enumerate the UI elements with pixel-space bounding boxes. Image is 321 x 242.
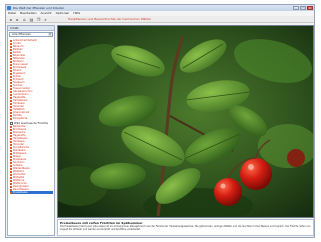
page-icon	[10, 39, 12, 42]
page-icon	[10, 72, 12, 75]
page-icon	[10, 191, 12, 194]
page-icon	[10, 81, 12, 84]
page-icon	[10, 182, 12, 185]
page-icon	[10, 173, 12, 176]
page-icon	[10, 137, 12, 140]
copy-icon[interactable]: ❐	[36, 17, 41, 22]
page-icon	[10, 75, 12, 78]
page-icon	[10, 167, 12, 170]
page-icon	[10, 143, 12, 146]
page-icon	[10, 155, 12, 158]
plant-tree: Ackerschachtelhalm Arnika Bärlauch Baldrian…	[8, 38, 54, 194]
page-icon	[10, 176, 12, 179]
page-icon	[10, 188, 12, 191]
page-icon	[10, 146, 12, 149]
page-icon	[10, 93, 12, 96]
page-icon	[10, 158, 12, 161]
page-icon	[10, 60, 12, 63]
category-dropdown[interactable]: Alle Pflanzen ▾	[9, 32, 53, 37]
tree-item-label: Preiselbeere	[13, 191, 28, 194]
tree-item-label: Königskerze	[13, 117, 28, 120]
forward-arrow-icon[interactable]: ▸	[15, 17, 20, 22]
page-icon	[10, 164, 12, 167]
page-icon	[10, 125, 12, 128]
page-icon	[10, 57, 12, 60]
plant-photo	[57, 25, 314, 218]
page-icon	[10, 108, 12, 111]
page-icon	[10, 63, 12, 66]
page-icon	[10, 51, 12, 54]
page-icon	[10, 102, 12, 105]
page-icon	[10, 179, 12, 182]
page-icon	[10, 131, 12, 134]
back-arrow-icon[interactable]: ◂	[8, 17, 13, 22]
page-icon	[10, 128, 12, 131]
app-icon	[7, 6, 11, 10]
page-icon	[10, 90, 12, 93]
sidebar-title: Inhalt	[8, 26, 54, 31]
page-icon	[10, 69, 12, 72]
toolbar: ◂ ▸ ⌂ ▤ ❐ ⌕ Heilpflanzen und Beerenfrüch…	[6, 16, 314, 23]
home-icon[interactable]: ⌂	[22, 17, 27, 22]
page-icon	[10, 114, 12, 117]
page-icon	[10, 111, 12, 114]
page-icon	[10, 99, 12, 102]
page-icon	[10, 54, 12, 57]
category-dropdown-value: Alle Pflanzen	[12, 32, 32, 36]
chevron-down-icon[interactable]: ▾	[48, 33, 52, 36]
app-window: Die Welt der Pflanzen und Kräuter – □ × …	[5, 4, 315, 238]
page-icon	[10, 84, 12, 87]
page-icon	[10, 161, 12, 164]
page-icon	[10, 134, 12, 137]
page-icon	[10, 117, 12, 120]
page-icon	[10, 105, 12, 108]
page-icon	[10, 87, 12, 90]
page-icon	[10, 48, 12, 51]
tree-item[interactable]: Königskerze	[10, 117, 53, 120]
page-icon	[10, 152, 12, 155]
window-controls: – □ ×	[293, 6, 313, 10]
page-icon	[10, 96, 12, 99]
tree-item[interactable]: Preiselbeere	[10, 191, 53, 194]
scrollbar-thumb[interactable]	[54, 70, 55, 100]
caption-panel: Preiselbeere mit reifen Früchten im Spät…	[57, 219, 314, 236]
page-icon	[10, 45, 12, 48]
lingonberry-image	[58, 26, 313, 217]
minimize-button[interactable]: –	[293, 6, 299, 10]
close-button[interactable]: ×	[307, 6, 313, 10]
page-icon	[10, 170, 12, 173]
maximize-button[interactable]: □	[300, 6, 306, 10]
sidebar: Inhalt Alle Pflanzen ▾ Ackerschachtelhal…	[7, 25, 55, 236]
caption-text: Die Preiselbeere (Vaccinium vitis-idaea)…	[60, 225, 311, 231]
header-link[interactable]: Heilpflanzen und Beerenfrüchte der heimi…	[68, 16, 151, 23]
page-icon	[10, 78, 12, 81]
print-icon[interactable]: ▤	[29, 17, 34, 22]
search-icon[interactable]: ⌕	[43, 17, 48, 22]
page-icon	[10, 66, 12, 69]
page-icon	[10, 149, 12, 152]
page-icon	[10, 42, 12, 45]
page-icon	[10, 185, 12, 188]
page-icon	[10, 140, 12, 143]
sidebar-scrollbar[interactable]	[54, 66, 55, 236]
